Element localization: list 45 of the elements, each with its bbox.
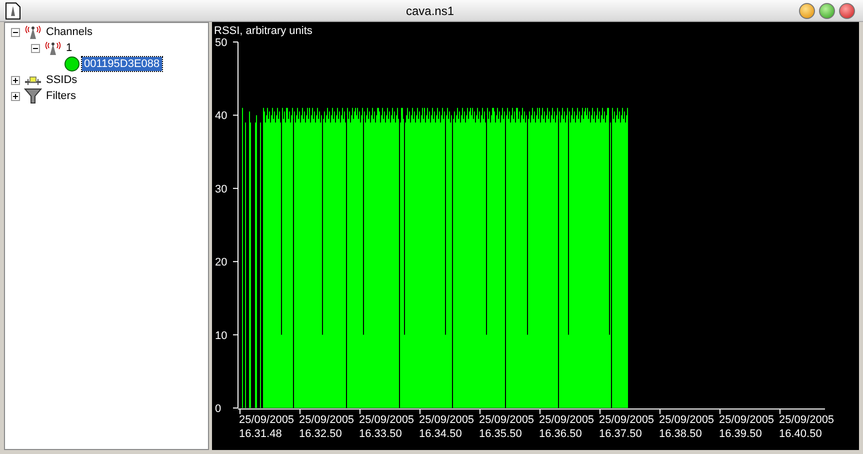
funnel-icon bbox=[24, 88, 42, 104]
tick-label: 25/09/2005 bbox=[539, 414, 594, 426]
document-icon bbox=[5, 2, 21, 20]
tree-item[interactable]: SSIDs bbox=[44, 73, 80, 87]
tick-label: 16.32.50 bbox=[299, 428, 342, 440]
status-dot-icon bbox=[64, 56, 80, 72]
tree-item[interactable]: 001195D3E088 bbox=[82, 57, 162, 71]
tick-label: 16.31.48 bbox=[239, 428, 282, 440]
tick-label: 30 bbox=[215, 183, 228, 196]
antenna-icon bbox=[24, 24, 42, 40]
expander-icon[interactable] bbox=[31, 44, 40, 52]
close-button[interactable] bbox=[839, 2, 855, 18]
tick-label: 25/09/2005 bbox=[659, 414, 714, 426]
tick-label: 25/09/2005 bbox=[779, 414, 834, 426]
tree-item[interactable]: 1 bbox=[64, 41, 74, 55]
tick-label: 16.39.50 bbox=[719, 428, 762, 440]
tick-label: 16.35.50 bbox=[479, 428, 522, 440]
expander-icon[interactable] bbox=[11, 92, 20, 100]
tree-item[interactable]: Channels bbox=[44, 25, 94, 39]
axis-title: RSSI, arbitrary units bbox=[214, 25, 312, 37]
tick-label: 16.33.50 bbox=[359, 428, 402, 440]
tick-label: 25/09/2005 bbox=[359, 414, 414, 426]
antenna-icon bbox=[44, 40, 62, 56]
tick-label: 40 bbox=[215, 110, 228, 122]
tick-label: 16.37.50 bbox=[599, 428, 642, 440]
tick-label: 16.40.50 bbox=[779, 428, 822, 440]
tick-label: 25/09/2005 bbox=[239, 414, 294, 426]
tick-label: 16.38.50 bbox=[659, 428, 702, 440]
tick-label: 16.34.50 bbox=[419, 428, 462, 440]
expander-icon[interactable] bbox=[11, 76, 20, 84]
tick-label: 10 bbox=[215, 330, 228, 342]
minimize-button[interactable] bbox=[799, 2, 815, 18]
tick-label: 25/09/2005 bbox=[719, 414, 774, 426]
tick-label: 20 bbox=[215, 256, 228, 269]
window-title: cava.ns1 bbox=[404, 4, 456, 18]
tick-label: 25/09/2005 bbox=[479, 414, 534, 426]
tick-label: 50 bbox=[215, 37, 228, 49]
maximize-button[interactable] bbox=[819, 2, 835, 18]
tick-label: 25/09/2005 bbox=[299, 414, 354, 426]
expander-icon[interactable] bbox=[11, 28, 20, 36]
tree-item[interactable]: Filters bbox=[44, 89, 78, 103]
tick-label: 0 bbox=[215, 403, 222, 415]
tick-label: 16.36.50 bbox=[539, 428, 582, 440]
tick-label: 25/09/2005 bbox=[599, 414, 654, 426]
tick-label: 25/09/2005 bbox=[419, 414, 474, 426]
